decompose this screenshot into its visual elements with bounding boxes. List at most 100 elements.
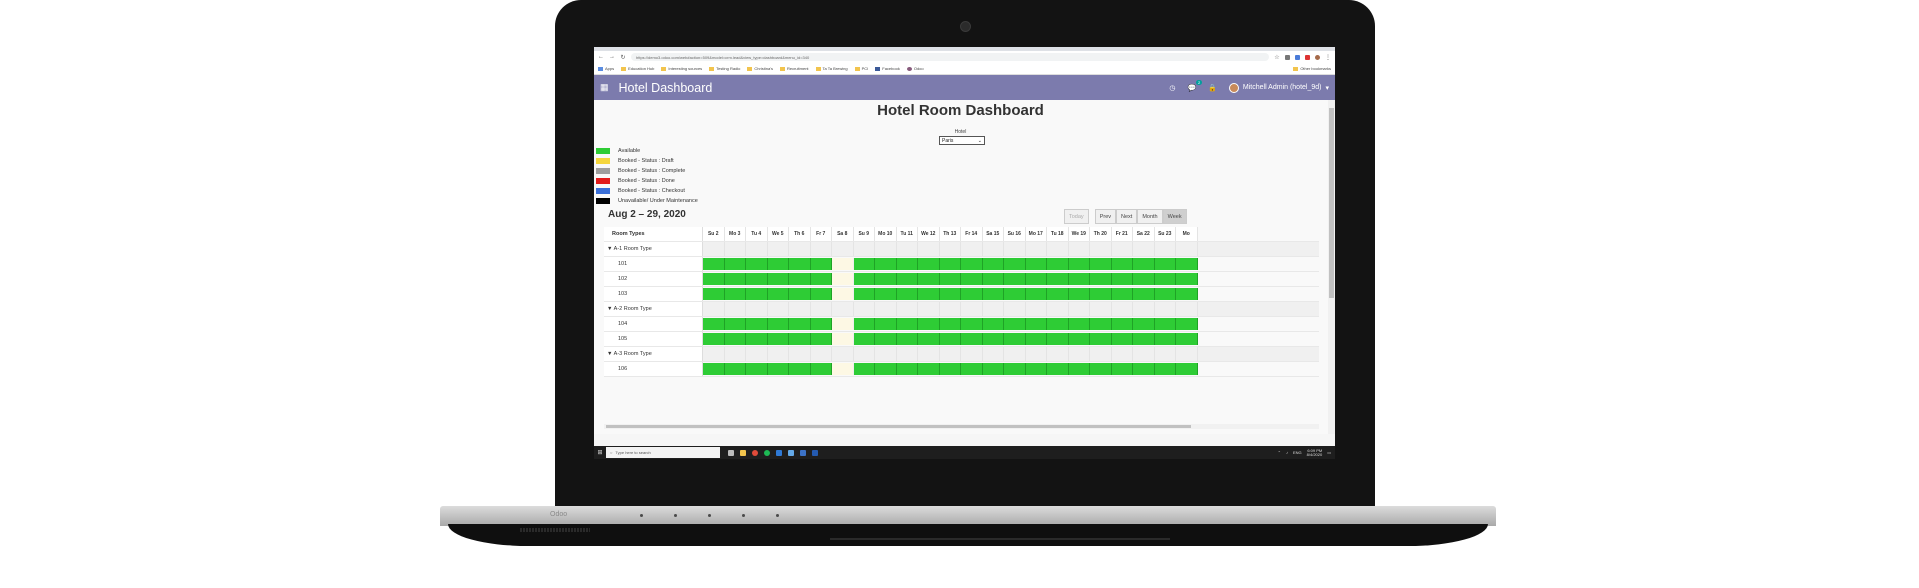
availability-cell[interactable] — [703, 333, 725, 345]
bookmark-item[interactable]: Facebook — [875, 66, 900, 71]
availability-cell[interactable] — [1154, 288, 1176, 300]
availability-cell[interactable] — [961, 288, 983, 300]
availability-cell[interactable] — [896, 273, 918, 285]
next-button[interactable]: Next — [1116, 209, 1138, 224]
availability-cell[interactable] — [853, 273, 875, 285]
availability-cell[interactable] — [1047, 288, 1069, 300]
address-bar[interactable]: https://demo3.odoo.com/web#action=509&mo… — [631, 53, 1269, 61]
file-explorer-icon[interactable] — [740, 449, 746, 456]
availability-cell[interactable] — [789, 318, 811, 330]
availability-cell[interactable] — [789, 333, 811, 345]
forward-icon[interactable]: → — [609, 54, 615, 60]
availability-cell[interactable] — [789, 363, 811, 375]
availability-cell[interactable] — [961, 258, 983, 270]
hotel-select[interactable]: Paris ⌄ — [939, 136, 985, 145]
availability-cell[interactable] — [918, 273, 940, 285]
availability-cell[interactable] — [896, 318, 918, 330]
availability-cell[interactable] — [1025, 318, 1047, 330]
room-type-label[interactable]: ▼ A-1 Room Type — [604, 242, 703, 256]
availability-cell[interactable] — [1176, 258, 1198, 270]
availability-cell[interactable] — [1111, 318, 1133, 330]
availability-cell[interactable] — [746, 363, 768, 375]
volume-icon[interactable]: ♪ — [1286, 450, 1288, 455]
availability-cell[interactable] — [1004, 333, 1026, 345]
availability-cell[interactable] — [1047, 258, 1069, 270]
availability-cell[interactable] — [746, 318, 768, 330]
availability-cell[interactable] — [875, 288, 897, 300]
availability-cell[interactable] — [1068, 363, 1090, 375]
apps-menu-icon[interactable]: ▦ — [600, 82, 609, 93]
availability-cell[interactable] — [703, 273, 725, 285]
availability-cell[interactable] — [875, 363, 897, 375]
availability-cell[interactable] — [1176, 333, 1198, 345]
availability-cell[interactable] — [1090, 273, 1112, 285]
availability-cell[interactable] — [1111, 273, 1133, 285]
week-button[interactable]: Week — [1162, 209, 1187, 224]
availability-cell[interactable] — [1090, 318, 1112, 330]
availability-cell[interactable] — [1090, 363, 1112, 375]
availability-cell[interactable] — [1111, 333, 1133, 345]
back-icon[interactable]: ← — [598, 54, 604, 60]
availability-cell[interactable] — [767, 363, 789, 375]
availability-cell[interactable] — [1111, 363, 1133, 375]
app-icon[interactable] — [800, 449, 806, 456]
availability-cell[interactable] — [746, 288, 768, 300]
availability-cell[interactable] — [746, 333, 768, 345]
clock[interactable]: 6:09 PM 8/4/2020 — [1307, 448, 1323, 457]
availability-cell[interactable] — [961, 333, 983, 345]
availability-cell[interactable] — [896, 288, 918, 300]
availability-cell[interactable] — [1047, 363, 1069, 375]
availability-cell[interactable] — [767, 258, 789, 270]
availability-cell[interactable] — [875, 318, 897, 330]
availability-cell[interactable] — [961, 273, 983, 285]
bookmark-item[interactable]: Recruitment — [779, 66, 809, 71]
availability-cell[interactable] — [724, 333, 746, 345]
bookmark-item[interactable]: Odoo — [906, 66, 924, 71]
availability-cell[interactable] — [810, 363, 832, 375]
app-icon[interactable] — [776, 449, 782, 456]
availability-cell[interactable] — [853, 258, 875, 270]
availability-cell[interactable] — [982, 333, 1004, 345]
bookmark-item[interactable]: PCI — [854, 66, 868, 71]
task-view-icon[interactable] — [728, 449, 734, 456]
availability-cell[interactable] — [1004, 258, 1026, 270]
availability-cell[interactable] — [810, 318, 832, 330]
bookmark-item[interactable]: Ta Ta Brewing — [815, 66, 848, 71]
availability-cell[interactable] — [1025, 273, 1047, 285]
room-type-label[interactable]: ▼ A-2 Room Type — [604, 302, 703, 316]
star-icon[interactable]: ☆ — [1274, 54, 1280, 61]
network-icon[interactable]: ⌃ — [1278, 450, 1281, 455]
availability-cell[interactable] — [939, 258, 961, 270]
availability-cell[interactable] — [1068, 273, 1090, 285]
availability-cell[interactable] — [1025, 363, 1047, 375]
availability-cell[interactable] — [1154, 333, 1176, 345]
lock-icon[interactable]: 🔒 — [1208, 84, 1217, 92]
availability-cell[interactable] — [767, 273, 789, 285]
bookmark-apps[interactable]: Apps — [598, 66, 614, 71]
availability-cell[interactable] — [1133, 318, 1155, 330]
horizontal-scrollbar[interactable] — [604, 424, 1319, 429]
availability-cell[interactable] — [918, 333, 940, 345]
availability-cell[interactable] — [1090, 333, 1112, 345]
availability-cell[interactable] — [1133, 288, 1155, 300]
availability-cell[interactable] — [939, 318, 961, 330]
availability-cell[interactable] — [1068, 288, 1090, 300]
activity-clock-icon[interactable]: ◷ — [1169, 84, 1175, 92]
availability-cell[interactable] — [832, 318, 854, 330]
availability-cell[interactable] — [1025, 288, 1047, 300]
availability-cell[interactable] — [875, 258, 897, 270]
availability-cell[interactable] — [832, 333, 854, 345]
availability-cell[interactable] — [724, 288, 746, 300]
availability-cell[interactable] — [832, 258, 854, 270]
user-menu[interactable]: Mitchell Admin (hotel_9d) ▾ — [1228, 82, 1329, 93]
availability-cell[interactable] — [853, 363, 875, 375]
availability-cell[interactable] — [746, 258, 768, 270]
availability-cell[interactable] — [832, 288, 854, 300]
vertical-scroll-thumb[interactable] — [1329, 108, 1334, 298]
availability-cell[interactable] — [1111, 258, 1133, 270]
availability-cell[interactable] — [982, 363, 1004, 375]
availability-cell[interactable] — [1090, 258, 1112, 270]
availability-cell[interactable] — [789, 258, 811, 270]
availability-cell[interactable] — [1068, 318, 1090, 330]
availability-cell[interactable] — [767, 288, 789, 300]
